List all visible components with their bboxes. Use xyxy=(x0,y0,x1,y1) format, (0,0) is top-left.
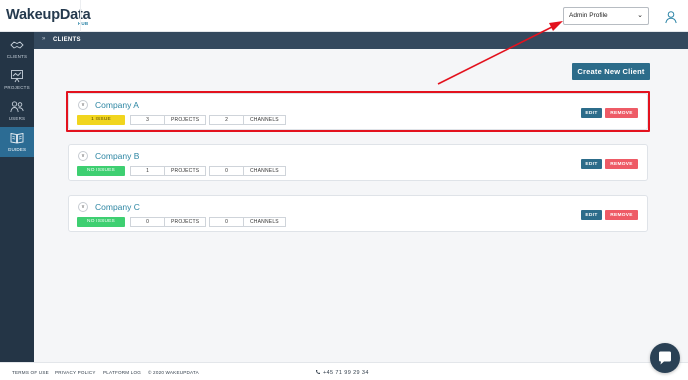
projects-count-label: PROJECTS xyxy=(171,117,200,123)
platform-log-link[interactable]: PLATFORM LOG xyxy=(103,370,141,375)
channels-count-value: 2 xyxy=(210,116,244,124)
phone-icon xyxy=(316,370,320,374)
edit-button[interactable]: EDIT xyxy=(581,159,602,169)
projects-count-value: 3 xyxy=(131,116,165,124)
status-badge: NO ISSUES xyxy=(77,217,125,227)
sidebar-item-users[interactable]: USERS xyxy=(0,96,34,126)
status-badge: 1 ISSUE xyxy=(77,115,125,125)
channels-count-label: CHANNELS xyxy=(250,219,279,225)
client-card: v Company C NO ISSUES 0 PROJECTS 0 CHANN… xyxy=(68,195,648,232)
expand-toggle[interactable]: v xyxy=(78,202,88,212)
client-name[interactable]: Company B xyxy=(95,151,139,161)
chevron-down-icon: ⌄ xyxy=(637,12,643,19)
channels-count-label: CHANNELS xyxy=(250,168,279,174)
profile-select[interactable]: Admin Profile ⌄ xyxy=(563,7,649,25)
sidebar-item-clients[interactable]: CLIENTS xyxy=(0,34,34,64)
channels-count: 2 CHANNELS xyxy=(209,115,286,125)
sidebar-item-projects[interactable]: PROJECTS xyxy=(0,65,34,95)
client-name[interactable]: Company A xyxy=(95,100,139,110)
copyright: © 2020 WAKEUPDATA xyxy=(148,370,199,375)
sidebar-item-guides[interactable]: GUIDES xyxy=(0,127,34,157)
remove-button[interactable]: REMOVE xyxy=(605,159,638,169)
projects-icon xyxy=(11,70,23,83)
footer: TERMS OF USE PRIVACY POLICY PLATFORM LOG… xyxy=(0,362,688,380)
client-name[interactable]: Company C xyxy=(95,202,140,212)
guides-icon xyxy=(10,132,24,144)
user-icon[interactable] xyxy=(664,10,678,24)
client-card: v Company B NO ISSUES 1 PROJECTS 0 CHANN… xyxy=(68,144,648,181)
projects-count-label: PROJECTS xyxy=(171,219,200,225)
channels-count-value: 0 xyxy=(210,218,244,226)
logo-divider xyxy=(80,0,81,32)
sidebar-item-label: PROJECTS xyxy=(4,85,30,90)
sidebar: CLIENTS PROJECTS USERS GUIDES xyxy=(0,32,34,362)
client-card: v Company A 1 ISSUE 3 PROJECTS 2 CHANNEL… xyxy=(68,93,648,130)
edit-button[interactable]: EDIT xyxy=(581,210,602,220)
phone-number-text: +45 71 99 29 34 xyxy=(322,370,369,376)
top-bar: WakeupData HUB Admin Profile ⌄ xyxy=(0,0,688,32)
clients-icon xyxy=(10,41,24,49)
logo[interactable]: WakeupData HUB xyxy=(6,7,91,26)
channels-count-label: CHANNELS xyxy=(250,117,279,123)
projects-count: 1 PROJECTS xyxy=(130,166,207,176)
remove-button[interactable]: REMOVE xyxy=(605,210,638,220)
status-badge: NO ISSUES xyxy=(77,166,125,176)
channels-count: 0 CHANNELS xyxy=(209,166,286,176)
projects-count: 3 PROJECTS xyxy=(130,115,207,125)
breadcrumb-arrow-icon: » xyxy=(42,36,46,42)
remove-button[interactable]: REMOVE xyxy=(605,108,638,118)
privacy-link[interactable]: PRIVACY POLICY xyxy=(55,370,96,375)
breadcrumb: » CLIENTS xyxy=(34,32,688,49)
sidebar-item-label: USERS xyxy=(8,116,26,121)
sidebar-item-label: GUIDES xyxy=(7,147,27,152)
terms-link[interactable]: TERMS OF USE xyxy=(12,370,49,375)
expand-toggle[interactable]: v xyxy=(78,151,88,161)
annotation-arrow-icon xyxy=(437,21,563,85)
breadcrumb-current[interactable]: CLIENTS xyxy=(53,37,81,43)
expand-toggle[interactable]: v xyxy=(78,100,88,110)
chat-icon xyxy=(659,351,671,365)
projects-count-value: 1 xyxy=(131,167,165,175)
edit-button[interactable]: EDIT xyxy=(581,108,602,118)
channels-count-value: 0 xyxy=(210,167,244,175)
create-client-button[interactable]: Create New Client xyxy=(572,63,650,80)
chat-button[interactable] xyxy=(650,343,680,373)
profile-select-value: Admin Profile xyxy=(569,12,608,19)
sidebar-item-label: CLIENTS xyxy=(6,54,28,59)
projects-count-value: 0 xyxy=(131,218,165,226)
users-icon xyxy=(10,101,24,113)
projects-count-label: PROJECTS xyxy=(171,168,200,174)
channels-count: 0 CHANNELS xyxy=(209,217,286,227)
phone-number[interactable]: +45 71 99 29 34 xyxy=(315,369,369,376)
projects-count: 0 PROJECTS xyxy=(130,217,207,227)
